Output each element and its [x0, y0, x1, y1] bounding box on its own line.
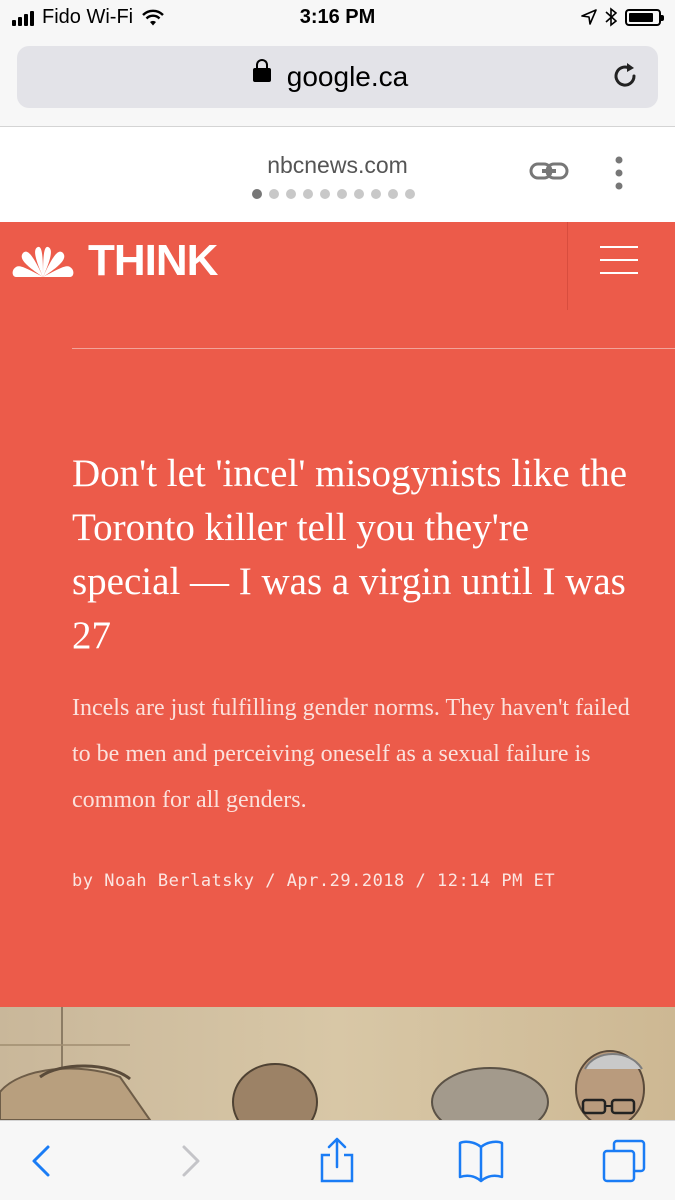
- bluetooth-icon: [605, 7, 617, 27]
- brand-wordmark: THINK: [88, 236, 218, 285]
- book-icon[interactable]: [456, 1135, 506, 1185]
- status-bar: Fido Wi-Fi 3:16 PM: [0, 0, 675, 38]
- status-right-group: [581, 7, 664, 27]
- link-icon[interactable]: [529, 157, 569, 185]
- address-text[interactable]: google.ca: [17, 61, 658, 93]
- header-rule: [72, 348, 675, 349]
- browser-chrome: google.ca: [0, 38, 675, 127]
- page-indicator: [252, 189, 415, 199]
- page-dot: [388, 189, 398, 199]
- site-header: nbcnews.com: [0, 127, 675, 222]
- browser-toolbar: [0, 1120, 675, 1200]
- page-dot: [354, 189, 364, 199]
- brand-logo[interactable]: THINK: [12, 236, 218, 286]
- more-vertical-icon[interactable]: [612, 155, 626, 191]
- page-dot: [286, 189, 296, 199]
- page-dot: [269, 189, 279, 199]
- article-headline: Don't let 'incel' misogynists like the T…: [72, 452, 628, 657]
- clock: 3:16 PM: [299, 6, 376, 28]
- menu-divider: [567, 222, 568, 310]
- chevron-right-icon[interactable]: [166, 1135, 216, 1185]
- page-dot: [320, 189, 330, 199]
- reload-icon[interactable]: [610, 60, 642, 92]
- share-icon[interactable]: [312, 1135, 362, 1185]
- battery-icon: [625, 8, 664, 26]
- article-hero: THINK Don't let 'incel' misogynists like…: [0, 222, 675, 1007]
- address-bar[interactable]: google.ca: [17, 46, 658, 108]
- site-domain: nbcnews.com: [267, 152, 408, 178]
- chevron-left-icon[interactable]: [16, 1135, 66, 1185]
- courtroom-sketch-image: [0, 1007, 675, 1120]
- article-dek: Incels are just fulfilling gender norms.…: [72, 695, 630, 813]
- page-dot: [252, 189, 262, 199]
- tabs-icon[interactable]: [600, 1135, 650, 1185]
- page-dot: [371, 189, 381, 199]
- page-dot: [337, 189, 347, 199]
- battery-fill: [629, 12, 654, 22]
- hamburger-menu-icon[interactable]: [600, 244, 642, 276]
- location-arrow-icon: [581, 9, 597, 25]
- page-dot: [405, 189, 415, 199]
- article-byline: by Noah Berlatsky / Apr.29.2018 / 12:14 …: [72, 871, 556, 891]
- page-dot: [303, 189, 313, 199]
- peacock-logo: [12, 246, 74, 277]
